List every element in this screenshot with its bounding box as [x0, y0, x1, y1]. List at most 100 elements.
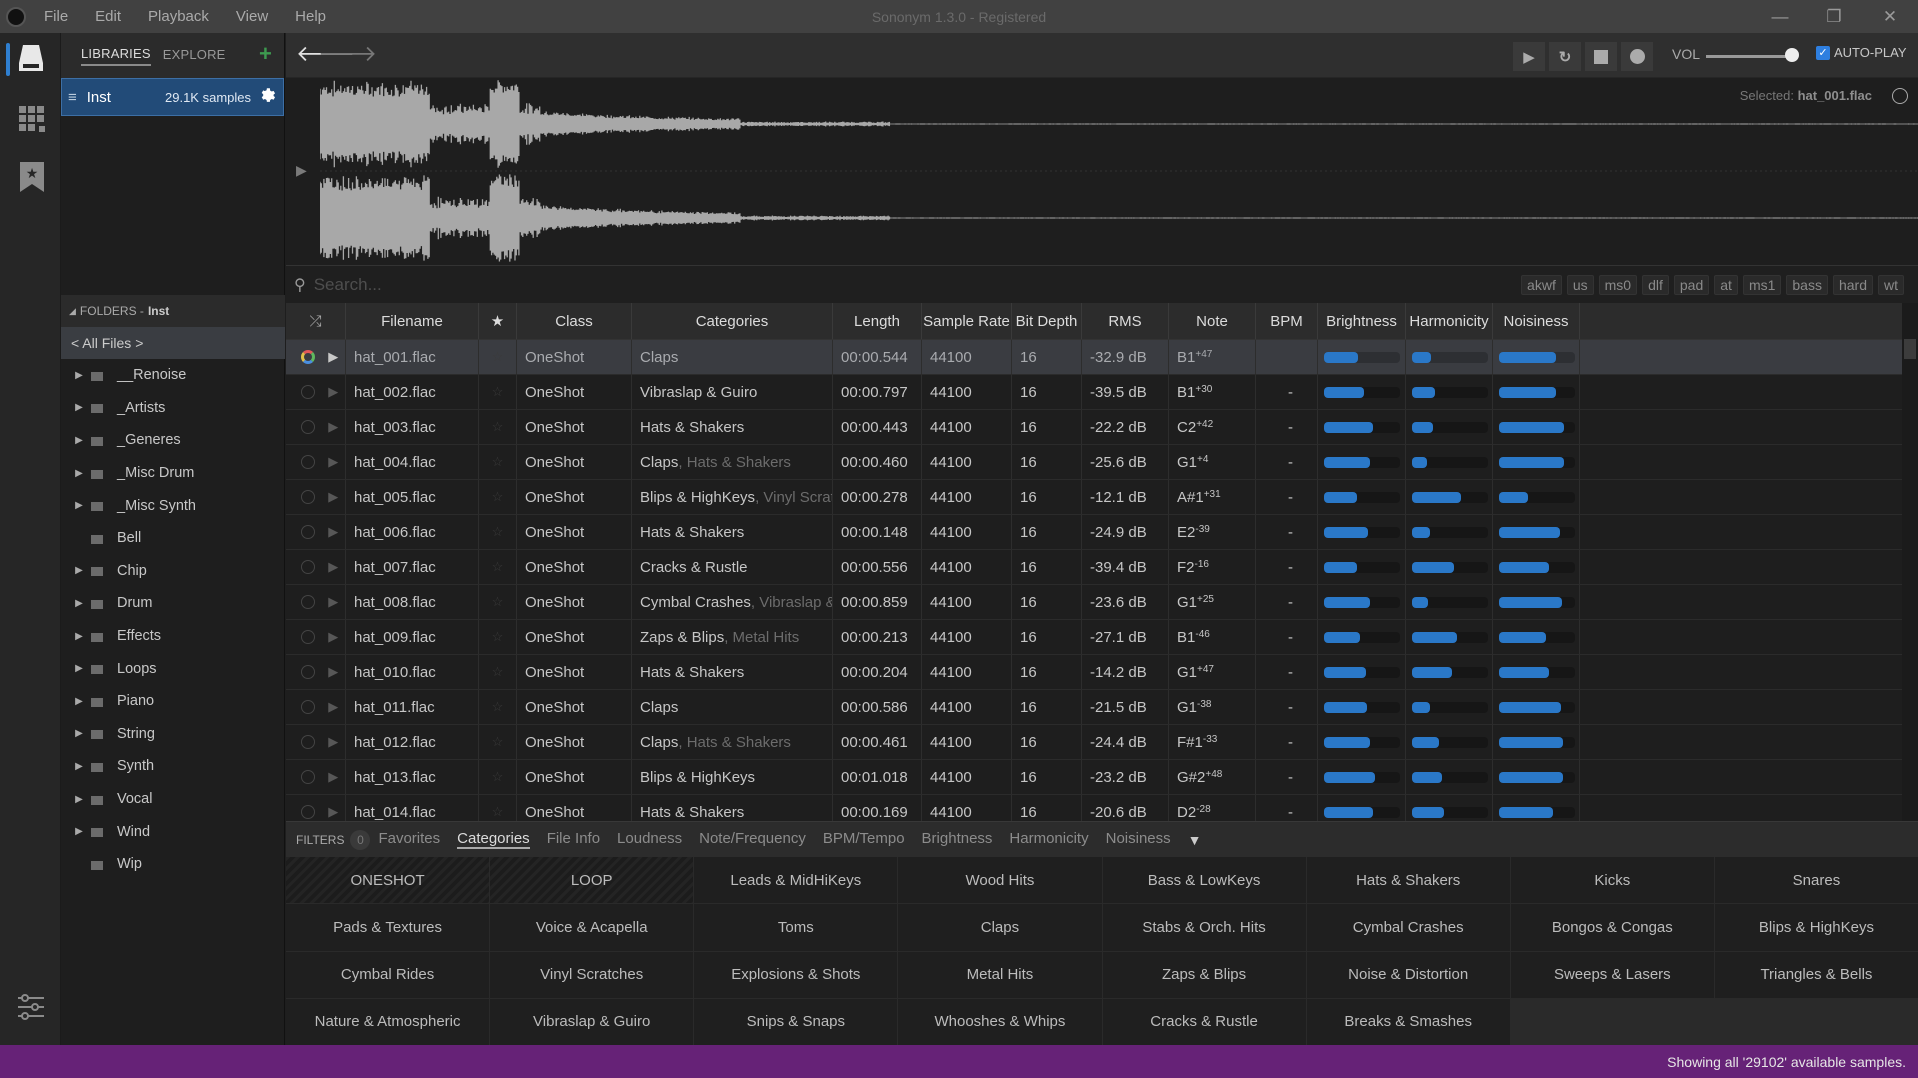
expand-triangle-icon[interactable]: ▶ [61, 500, 91, 511]
row-play-icon[interactable]: ▶ [328, 524, 338, 540]
select-circle-icon[interactable] [300, 735, 315, 749]
col-filename[interactable]: Filename [346, 303, 479, 339]
expand-triangle-icon[interactable]: ▶ [61, 370, 91, 381]
menu-file[interactable]: File [44, 8, 68, 25]
row-play-icon[interactable]: ▶ [328, 769, 338, 785]
autoplay-toggle[interactable]: ✓ AUTO-PLAY [1816, 45, 1906, 60]
table-row[interactable]: ▶ hat_004.flac ☆ OneShot Claps, Hats & Shake… [286, 445, 1902, 480]
row-play-icon[interactable]: ▶ [328, 419, 338, 435]
table-row[interactable]: ▶ hat_009.flac ☆ OneShot Zaps & Blips, Metal… [286, 620, 1902, 655]
row-play-icon[interactable]: ▶ [328, 804, 338, 820]
folder-item[interactable]: Wip [61, 848, 285, 881]
category-button[interactable]: Nature & Atmospheric [286, 998, 490, 1045]
tag-chip[interactable]: at [1714, 275, 1738, 295]
favorite-star-icon[interactable]: ☆ [479, 655, 517, 689]
row-play-icon[interactable]: ▶ [328, 629, 338, 645]
table-row[interactable]: ▶ hat_014.flac ☆ OneShot Hats & Shakers 00:00… [286, 795, 1902, 821]
expand-triangle-icon[interactable]: ▶ [61, 728, 91, 739]
tag-chip[interactable]: ms0 [1598, 275, 1638, 295]
col-brightness[interactable]: Brightness [1318, 303, 1406, 339]
category-button[interactable]: Triangles & Bells [1714, 951, 1918, 998]
row-play-icon[interactable]: ▶ [328, 454, 338, 470]
category-button[interactable]: LOOP [490, 857, 694, 904]
expand-triangle-icon[interactable]: ▶ [61, 598, 91, 609]
category-button[interactable]: Snips & Snaps [694, 998, 898, 1045]
col-rms[interactable]: RMS [1082, 303, 1169, 339]
volume-slider[interactable] [1706, 55, 1796, 58]
table-row[interactable]: ▶ hat_003.flac ☆ OneShot Hats & Shakers 00:00… [286, 410, 1902, 445]
table-row[interactable]: ▶ hat_001.flac ☆ OneShot Claps 00:00.544 44100… [286, 340, 1902, 375]
close-button[interactable]: ✕ [1862, 0, 1918, 33]
folder-item[interactable]: ▶ __Renoise [61, 359, 285, 392]
col-noisiness[interactable]: Noisiness [1493, 303, 1580, 339]
category-button[interactable]: Whooshes & Whips [898, 998, 1102, 1045]
select-circle-icon[interactable] [300, 420, 315, 434]
loop-button[interactable]: ↻ [1549, 42, 1581, 71]
filter-tab-file-info[interactable]: File Info [547, 830, 600, 849]
category-button[interactable]: Explosions & Shots [694, 951, 898, 998]
folder-item[interactable]: ▶ _Artists [61, 392, 285, 425]
table-row[interactable]: ▶ hat_007.flac ☆ OneShot Cracks & Rustle 00:0… [286, 550, 1902, 585]
table-row[interactable]: ▶ hat_012.flac ☆ OneShot Claps, Hats & Shake… [286, 725, 1902, 760]
filter-tab-note-frequency[interactable]: Note/Frequency [699, 830, 806, 849]
search-input[interactable] [313, 274, 714, 295]
favorite-star-icon[interactable]: ☆ [479, 690, 517, 724]
expand-triangle-icon[interactable]: ▶ [61, 826, 91, 837]
favorite-star-icon[interactable]: ☆ [479, 795, 517, 821]
volume-slider-thumb[interactable] [1784, 48, 1799, 62]
col-note[interactable]: Note [1169, 303, 1256, 339]
category-button[interactable]: Breaks & Smashes [1306, 998, 1510, 1045]
category-button[interactable]: Leads & MidHiKeys [694, 857, 898, 904]
play-button[interactable]: ▶ [1513, 42, 1545, 71]
category-button[interactable]: ONESHOT [286, 857, 490, 904]
minimize-button[interactable]: — [1752, 0, 1808, 33]
folder-item[interactable]: ▶ _Misc Drum [61, 457, 285, 490]
gear-icon[interactable] [259, 86, 277, 108]
category-button[interactable]: Stabs & Orch. Hits [1102, 904, 1306, 951]
shuffle-icon[interactable]: ⤮ [286, 303, 346, 339]
category-button[interactable]: Bass & LowKeys [1102, 857, 1306, 904]
table-row[interactable]: ▶ hat_013.flac ☆ OneShot Blips & HighKeys 00:… [286, 760, 1902, 795]
category-button[interactable]: Sweeps & Lasers [1510, 951, 1714, 998]
select-circle-icon[interactable] [300, 455, 315, 469]
favorites-bookmark-icon[interactable]: ★ [19, 161, 45, 197]
row-play-icon[interactable]: ▶ [328, 384, 338, 400]
folder-item[interactable]: Bell [61, 522, 285, 555]
folder-item[interactable]: ▶ Loops [61, 652, 285, 685]
filter-tab-categories[interactable]: Categories [457, 830, 530, 849]
all-files-item[interactable]: < All Files > [61, 327, 285, 359]
forward-arrow-icon[interactable]: 🡒 [318, 41, 377, 67]
select-circle-icon[interactable] [300, 805, 315, 819]
category-button[interactable]: Claps [898, 904, 1102, 951]
folder-item[interactable]: ▶ Chip [61, 555, 285, 588]
folder-item[interactable]: ▶ Vocal [61, 783, 285, 816]
category-button[interactable]: Cracks & Rustle [1102, 998, 1306, 1045]
table-row[interactable]: ▶ hat_010.flac ☆ OneShot Hats & Shakers 00:00… [286, 655, 1902, 690]
category-button[interactable]: Blips & HighKeys [1714, 904, 1918, 951]
col-harmonicity[interactable]: Harmonicity [1406, 303, 1493, 339]
folder-item[interactable]: ▶ Piano [61, 685, 285, 718]
category-button[interactable]: Kicks [1510, 857, 1714, 904]
select-circle-icon[interactable] [300, 560, 315, 574]
menu-help[interactable]: Help [295, 8, 326, 25]
expand-triangle-icon[interactable]: ▶ [61, 794, 91, 805]
category-button[interactable]: Bongos & Congas [1510, 904, 1714, 951]
filter-tab-noisiness[interactable]: Noisiness [1106, 830, 1171, 849]
tag-chip[interactable]: akwf [1521, 275, 1562, 295]
category-button[interactable]: Pads & Textures [286, 904, 490, 951]
favorite-star-icon[interactable]: ☆ [479, 515, 517, 549]
category-button[interactable]: Noise & Distortion [1306, 951, 1510, 998]
select-circle-icon[interactable] [300, 385, 315, 399]
waveform-view[interactable]: ▶ Selected: hat_001.flac [286, 78, 1918, 265]
folder-item[interactable]: ▶ _Generes [61, 424, 285, 457]
favorite-star-icon[interactable]: ☆ [479, 375, 517, 409]
category-button[interactable]: Snares [1714, 857, 1918, 904]
expand-triangle-icon[interactable]: ▶ [61, 435, 91, 446]
waveform-play-icon[interactable]: ▶ [296, 162, 307, 179]
restore-button[interactable]: ❐ [1806, 0, 1862, 33]
row-play-icon[interactable]: ▶ [328, 349, 338, 365]
expand-triangle-icon[interactable]: ▶ [61, 468, 91, 479]
filter-tab-loudness[interactable]: Loudness [617, 830, 682, 849]
folder-item[interactable]: ▶ Effects [61, 620, 285, 653]
favorite-star-icon[interactable]: ☆ [479, 410, 517, 444]
